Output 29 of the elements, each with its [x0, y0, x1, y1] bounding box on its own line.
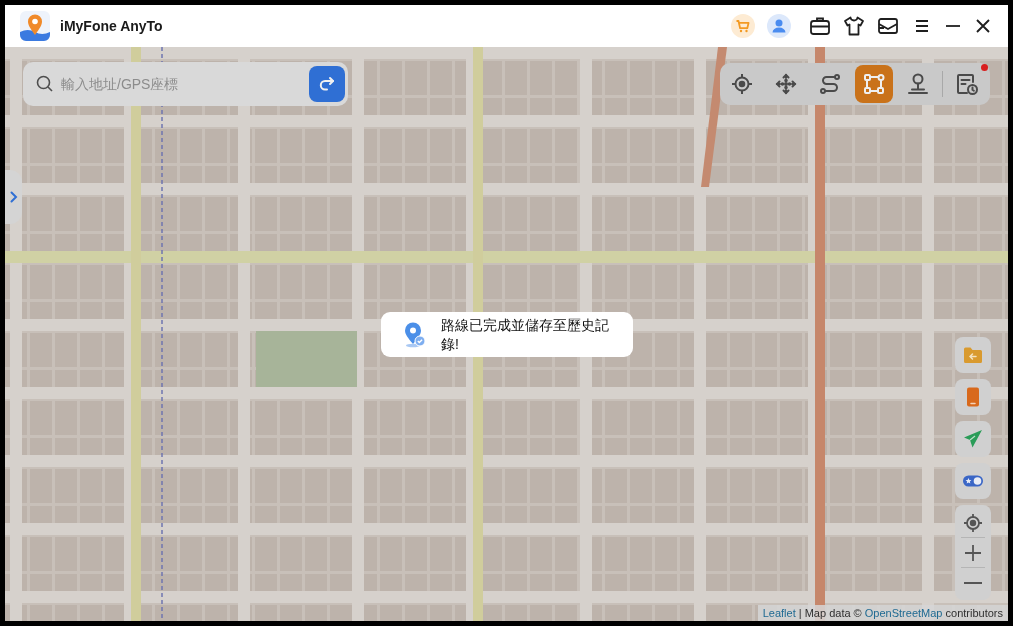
briefcase-icon[interactable]	[809, 15, 831, 37]
move-arrows-icon	[774, 72, 798, 96]
toggle-button[interactable]	[955, 463, 991, 499]
search-icon	[36, 75, 53, 92]
close-icon[interactable]	[975, 18, 991, 34]
user-avatar-icon[interactable]	[767, 14, 791, 38]
map-pin-check-icon	[402, 322, 426, 348]
sidebar-toggle[interactable]	[5, 170, 22, 224]
app-logo-icon	[20, 11, 50, 41]
map-attribution: Leaflet | Map data © OpenStreetMap contributors	[757, 605, 1008, 621]
chevron-right-icon	[9, 191, 18, 203]
document-clock-icon	[955, 72, 979, 96]
toast-message: 路線已完成並儲存至歷史記錄!	[441, 316, 610, 354]
attribution-link[interactable]: OpenStreetMap	[864, 607, 943, 619]
minus-icon	[964, 581, 982, 584]
route-curve-icon	[818, 72, 842, 96]
search-field[interactable]: 輸入地址/GPS座標	[23, 62, 348, 106]
t-shirt-icon[interactable]	[843, 15, 865, 37]
joystick-icon	[906, 72, 930, 96]
plus-icon	[963, 542, 983, 563]
paper-plane-icon	[962, 428, 984, 450]
envelope-icon[interactable]	[877, 15, 899, 37]
square-nodes-icon	[862, 72, 886, 96]
crosshair-icon	[730, 72, 754, 96]
crosshair-icon	[963, 512, 983, 533]
go-button[interactable]	[309, 66, 345, 102]
app-title: iMyFone AnyTo	[60, 18, 163, 34]
mode-button[interactable]	[855, 65, 893, 103]
attribution-link[interactable]: Leaflet	[762, 607, 796, 619]
